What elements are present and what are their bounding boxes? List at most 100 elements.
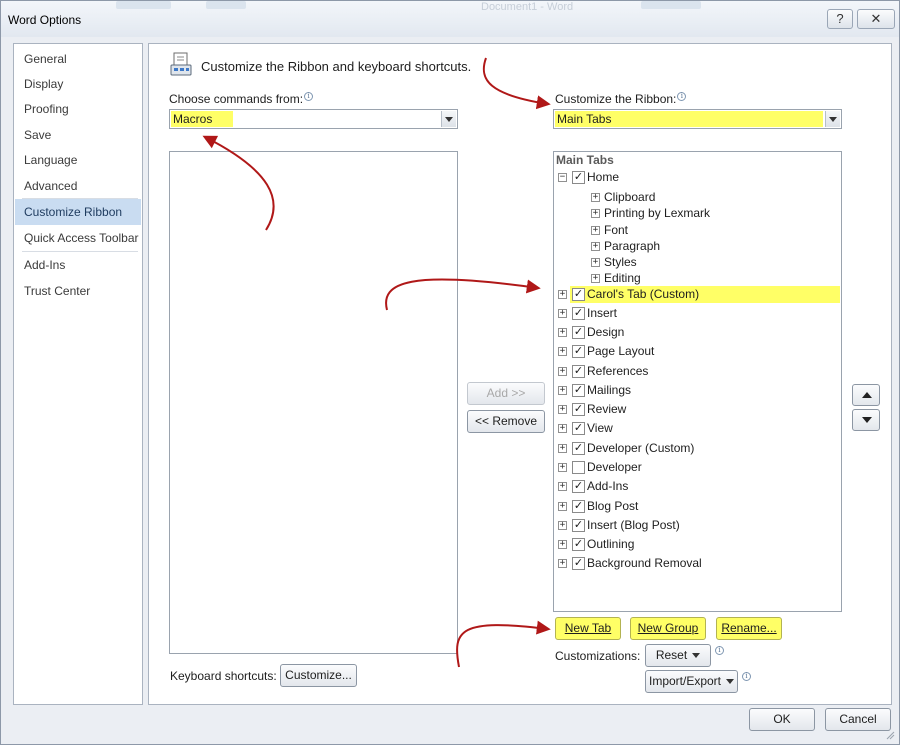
- ribbon-tabs-tree[interactable]: Main Tabs − ✓ Home + Clipboard + Printing by L…: [553, 151, 842, 612]
- chevron-down-icon[interactable]: [441, 111, 456, 127]
- tab-checkbox[interactable]: [572, 461, 585, 474]
- tree-item[interactable]: + Printing by Lexmark: [554, 205, 840, 222]
- expand-icon[interactable]: +: [591, 242, 600, 251]
- tree-item[interactable]: + ✓ Mailings: [554, 382, 840, 399]
- expand-icon[interactable]: +: [591, 274, 600, 283]
- remove-button[interactable]: << Remove: [467, 410, 545, 433]
- tab-checkbox[interactable]: ✓: [572, 557, 585, 570]
- nav-item-add-ins[interactable]: Add-Ins: [15, 252, 141, 278]
- tree-item[interactable]: + Styles: [554, 254, 840, 271]
- tree-item[interactable]: − ✓ Home: [554, 169, 840, 186]
- tab-checkbox[interactable]: ✓: [572, 345, 585, 358]
- expand-icon[interactable]: +: [558, 502, 567, 511]
- tab-checkbox[interactable]: ✓: [572, 384, 585, 397]
- customize-shortcuts-button[interactable]: Customize...: [280, 664, 357, 687]
- nav-item-proofing[interactable]: Proofing: [15, 96, 141, 122]
- tab-checkbox[interactable]: ✓: [572, 500, 585, 513]
- tree-item[interactable]: + ✓ Review: [554, 401, 840, 418]
- nav-item-save[interactable]: Save: [15, 122, 141, 148]
- expand-icon[interactable]: +: [558, 290, 567, 299]
- tree-header: Main Tabs: [556, 153, 614, 167]
- tab-checkbox[interactable]: ✓: [572, 307, 585, 320]
- resize-grip-icon[interactable]: [885, 730, 895, 740]
- tab-checkbox[interactable]: ✓: [572, 442, 585, 455]
- tree-item[interactable]: + ✓ Blog Post: [554, 498, 840, 515]
- nav-item-advanced[interactable]: Advanced: [15, 173, 141, 199]
- expand-icon[interactable]: +: [558, 386, 567, 395]
- info-icon: i: [715, 646, 724, 655]
- keyboard-shortcuts-label: Keyboard shortcuts:: [170, 669, 277, 683]
- choose-commands-dropdown[interactable]: Macros: [169, 109, 458, 129]
- tree-item[interactable]: + ✓ Design: [554, 324, 840, 341]
- reset-button[interactable]: Reset: [645, 644, 711, 667]
- move-up-button[interactable]: [852, 384, 880, 406]
- expand-icon[interactable]: +: [591, 193, 600, 202]
- ok-button[interactable]: OK: [749, 708, 815, 731]
- new-group-label: New Group: [637, 621, 699, 635]
- tree-item-label: Carol's Tab (Custom): [587, 287, 700, 301]
- tree-item[interactable]: + ✓ Developer (Custom): [554, 440, 840, 457]
- move-down-button[interactable]: [852, 409, 880, 431]
- triangle-down-icon: [862, 417, 872, 423]
- customize-ribbon-dropdown[interactable]: Main Tabs: [553, 109, 842, 129]
- expand-icon[interactable]: +: [558, 463, 567, 472]
- tree-item[interactable]: + ✓ View: [554, 420, 840, 437]
- import-export-button[interactable]: Import/Export: [645, 670, 738, 693]
- tree-item[interactable]: + ✓ Page Layout: [554, 343, 840, 360]
- help-button[interactable]: ?: [827, 9, 853, 29]
- tree-item[interactable]: + Clipboard: [554, 189, 840, 206]
- tab-checkbox[interactable]: ✓: [572, 403, 585, 416]
- tab-checkbox[interactable]: ✓: [572, 519, 585, 532]
- expand-icon[interactable]: +: [558, 444, 567, 453]
- add-button[interactable]: Add >>: [467, 382, 545, 405]
- nav-item-customize-ribbon[interactable]: Customize Ribbon: [15, 199, 141, 225]
- expand-icon[interactable]: +: [558, 540, 567, 549]
- nav-item-trust-center[interactable]: Trust Center: [15, 278, 141, 304]
- background-ribbon-ghost: [641, 1, 701, 9]
- expand-icon[interactable]: +: [591, 258, 600, 267]
- tree-item[interactable]: + Editing: [554, 270, 840, 287]
- expand-icon[interactable]: +: [558, 424, 567, 433]
- tree-item[interactable]: + Paragraph: [554, 238, 840, 255]
- tab-checkbox[interactable]: ✓: [572, 480, 585, 493]
- new-tab-button[interactable]: New Tab: [555, 617, 621, 640]
- tree-item[interactable]: + Developer: [554, 459, 840, 476]
- tree-item[interactable]: + ✓ Insert (Blog Post): [554, 517, 840, 534]
- tree-item[interactable]: + ✓ Insert: [554, 305, 840, 322]
- tree-item[interactable]: + ✓ References: [554, 363, 840, 380]
- expand-icon[interactable]: +: [558, 367, 567, 376]
- tab-checkbox[interactable]: ✓: [572, 538, 585, 551]
- nav-item-language[interactable]: Language: [15, 147, 141, 173]
- tree-item[interactable]: + ✓ Outlining: [554, 536, 840, 553]
- commands-list[interactable]: [169, 151, 458, 654]
- tab-checkbox[interactable]: ✓: [572, 171, 585, 184]
- expand-icon[interactable]: +: [558, 309, 567, 318]
- nav-item-quick-access-toolbar[interactable]: Quick Access Toolbar: [15, 225, 141, 251]
- tab-checkbox[interactable]: ✓: [572, 326, 585, 339]
- rename-button[interactable]: Rename...: [716, 617, 782, 640]
- chevron-down-icon[interactable]: [825, 111, 840, 127]
- expand-icon[interactable]: +: [591, 226, 600, 235]
- new-group-button[interactable]: New Group: [630, 617, 706, 640]
- title-bar[interactable]: Document1 - Word Word Options ? ✕: [1, 1, 899, 37]
- collapse-icon[interactable]: −: [558, 173, 567, 182]
- tree-item[interactable]: + ✓ Add-Ins: [554, 478, 840, 495]
- tree-item[interactable]: + Font: [554, 222, 840, 239]
- expand-icon[interactable]: +: [558, 347, 567, 356]
- expand-icon[interactable]: +: [558, 405, 567, 414]
- tree-item-label: Mailings: [587, 383, 632, 397]
- tree-item[interactable]: + ✓ Carol's Tab (Custom): [558, 286, 840, 303]
- expand-icon[interactable]: +: [591, 209, 600, 218]
- expand-icon[interactable]: +: [558, 521, 567, 530]
- cancel-button[interactable]: Cancel: [825, 708, 891, 731]
- nav-item-display[interactable]: Display: [15, 71, 141, 97]
- tree-item[interactable]: + ✓ Background Removal: [554, 555, 840, 572]
- expand-icon[interactable]: +: [558, 328, 567, 337]
- nav-item-general[interactable]: General: [15, 46, 141, 72]
- tab-checkbox[interactable]: ✓: [572, 365, 585, 378]
- expand-icon[interactable]: +: [558, 482, 567, 491]
- tab-checkbox[interactable]: ✓: [572, 422, 585, 435]
- expand-icon[interactable]: +: [558, 559, 567, 568]
- tab-checkbox[interactable]: ✓: [572, 288, 585, 301]
- close-button[interactable]: ✕: [857, 9, 895, 29]
